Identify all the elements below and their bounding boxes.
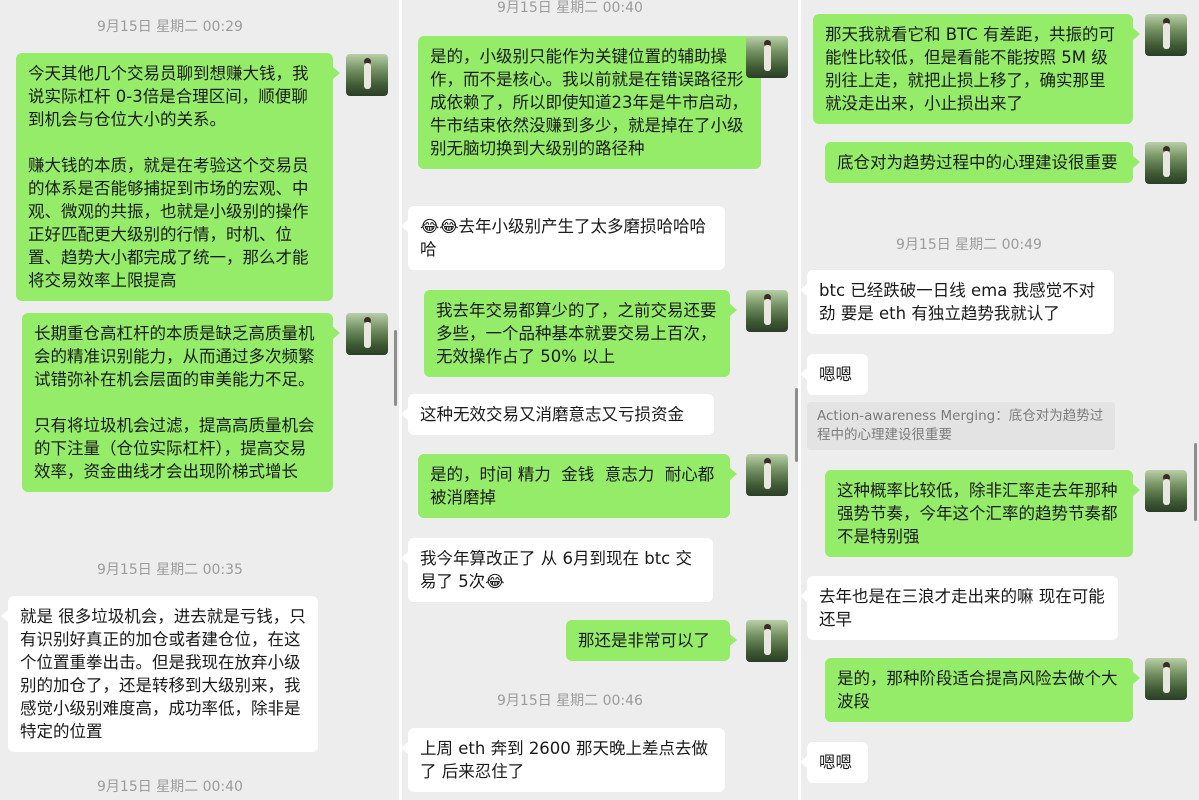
quoted-message[interactable]: Action-awareness Merging：底仓对为趋势过程中的心理建设很… bbox=[807, 402, 1115, 450]
timestamp: 9月15日 星期二 00:35 bbox=[97, 562, 243, 578]
avatar-icon[interactable] bbox=[746, 620, 788, 662]
avatar-icon[interactable] bbox=[746, 290, 788, 332]
received-message[interactable]: btc 已经跌破一日线 ema 我感觉不对劲 要是 eth 有独立趋势我就认了 bbox=[801, 270, 1114, 334]
sent-message[interactable]: 我去年交易都算少的了，之前交易还要多些，一个品种基本就要交易上百次，无效操作占了… bbox=[424, 290, 737, 377]
scrollbar[interactable] bbox=[1194, 443, 1197, 521]
received-message[interactable]: 😂😂去年小级别产生了太多磨损哈哈哈哈 bbox=[402, 206, 725, 270]
avatar-icon[interactable] bbox=[1145, 658, 1187, 700]
avatar-icon[interactable] bbox=[746, 36, 788, 78]
received-message[interactable]: 去年也是在三浪才走出来的嘛 现在可能还早 bbox=[801, 576, 1118, 640]
sent-message[interactable]: 是的，那种阶段适合提高风险去做个大波段 bbox=[825, 658, 1140, 722]
avatar-icon[interactable] bbox=[346, 54, 388, 96]
timestamp: 9月15日 星期二 00:40 bbox=[97, 779, 243, 795]
scrollbar[interactable] bbox=[394, 330, 397, 406]
timestamp: 9月15日 星期二 00:46 bbox=[497, 693, 643, 709]
sent-message[interactable]: 是的，时间 精力 金钱 意志力 耐心都被消磨掉 bbox=[418, 454, 737, 518]
timestamp: 9月15日 星期二 00:49 bbox=[896, 237, 1042, 253]
avatar-icon[interactable] bbox=[1145, 14, 1187, 56]
sent-message[interactable]: 是的，小级别只能作为关键位置的辅助操作，而不是核心。我以前就是在错误路径形成依赖… bbox=[418, 36, 768, 169]
received-message[interactable]: 嗯嗯 bbox=[801, 354, 868, 395]
received-message[interactable]: 上周 eth 奔到 2600 那天晚上差点去做了 后来忍住了 bbox=[402, 728, 725, 792]
timestamp: 9月15日 星期二 00:29 bbox=[97, 19, 243, 35]
sent-message[interactable]: 这种概率比较低，除非汇率走去年那种强势节奏，今年这个汇率的趋势节奏都不是特别强 bbox=[825, 470, 1140, 557]
chat-panel-middle[interactable]: 9月15日 星期二 00:40 是的，小级别只能作为关键位置的辅助操作，而不是核… bbox=[402, 0, 798, 800]
received-message[interactable]: 这种无效交易又消磨意志又亏损资金 bbox=[402, 394, 714, 435]
chat-panel-right[interactable]: 那天我就看它和 BTC 有差距，共振的可能性比较低，但是看能不能按照 5M 级别… bbox=[801, 0, 1199, 800]
avatar-icon[interactable] bbox=[746, 454, 788, 496]
received-message[interactable]: 我今年算改正了 从 6月到现在 btc 交易了 5次😂 bbox=[402, 538, 713, 602]
received-message[interactable]: 嗯嗯 bbox=[801, 742, 868, 783]
timestamp: 9月15日 星期二 00:40 bbox=[497, 0, 643, 16]
received-message[interactable]: 就是 很多垃圾机会，进去就是亏钱，只有识别好真正的加仓或者建仓位，在这个位置重拳… bbox=[1, 596, 318, 752]
avatar-icon[interactable] bbox=[346, 313, 388, 355]
sent-message[interactable]: 那还是非常可以了 bbox=[566, 620, 737, 661]
chat-panel-left[interactable]: 9月15日 星期二 00:29 今天其他几个交易员聊到想赚大钱，我说实际杠杆 0… bbox=[0, 0, 399, 800]
sent-message[interactable]: 那天我就看它和 BTC 有差距，共振的可能性比较低，但是看能不能按照 5M 级别… bbox=[813, 14, 1140, 124]
sent-message[interactable]: 长期重仓高杠杆的本质是缺乏高质量机会的精准识别能力，从而通过多次频繁试错弥补在机… bbox=[22, 313, 340, 492]
sent-message[interactable]: 今天其他几个交易员聊到想赚大钱，我说实际杠杆 0-3倍是合理区间，顺便聊到机会与… bbox=[16, 53, 340, 301]
sent-message[interactable]: 底仓对为趋势过程中的心理建设很重要 bbox=[825, 142, 1140, 183]
avatar-icon[interactable] bbox=[1145, 142, 1187, 184]
avatar-icon[interactable] bbox=[1145, 470, 1187, 512]
